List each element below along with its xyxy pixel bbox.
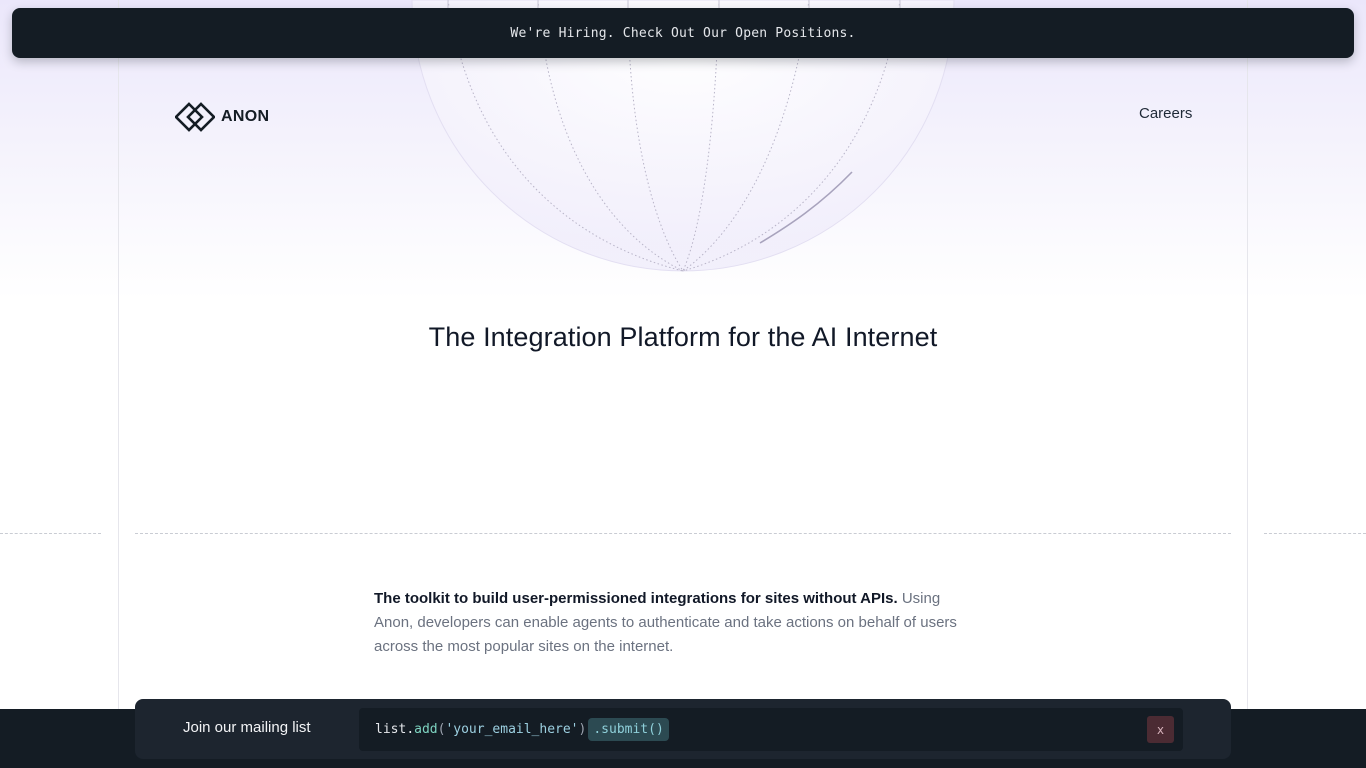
announcement-text: We're Hiring. Check Out Our Open Positio… [510,25,856,41]
code-object: list [375,722,407,737]
close-button[interactable]: x [1147,716,1174,743]
code-method: add [414,722,438,737]
submit-button[interactable]: .submit() [588,718,669,741]
code-dot: . [406,722,415,737]
email-code-input[interactable]: list. add('your_email_here') .submit() x [359,708,1183,751]
code-close-paren: ) [578,722,587,737]
diamond-chain-icon [175,102,215,132]
mailing-list-bar: Join our mailing list list. add('your_ema… [135,699,1231,759]
intro-lead: The toolkit to build user-permissioned i… [374,590,898,607]
logo[interactable]: ANON [175,101,269,133]
hero-title: The Integration Platform for the AI Inte… [428,322,938,352]
code-open-paren: ( [437,722,446,737]
mailing-list-label: Join our mailing list [183,719,311,736]
logo-text: ANON [221,108,270,125]
hiring-announcement-banner[interactable]: We're Hiring. Check Out Our Open Positio… [12,8,1354,58]
email-placeholder[interactable]: 'your_email_here' [445,722,578,737]
divider-center [135,533,1231,534]
divider-left [0,533,101,534]
intro-paragraph: The toolkit to build user-permissioned i… [374,587,964,659]
divider-right [1264,533,1366,534]
nav-careers-link[interactable]: Careers [1139,105,1192,122]
